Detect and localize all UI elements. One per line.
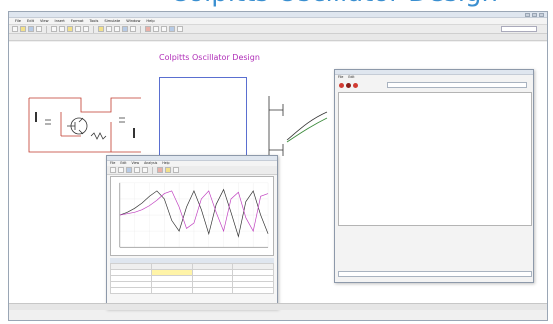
main-toolbar: [9, 25, 547, 34]
table-cell: [150, 287, 193, 294]
sim-menu-view[interactable]: View: [132, 161, 140, 166]
table-row[interactable]: [110, 287, 274, 294]
save-icon[interactable]: [28, 26, 34, 32]
new-file-icon[interactable]: [12, 26, 18, 32]
results-table: [110, 263, 274, 294]
simulation-window[interactable]: File Edit View Analysis Help: [106, 155, 278, 309]
sim-menu-file[interactable]: File: [110, 161, 115, 166]
zoom-icon[interactable]: [122, 26, 128, 32]
simulation-titlebar[interactable]: [107, 156, 277, 161]
highlight-icon[interactable]: [165, 167, 171, 173]
paste-icon[interactable]: [67, 26, 73, 32]
table-cell: [232, 287, 274, 294]
menu-insert[interactable]: Insert: [55, 18, 65, 24]
copy-icon[interactable]: [59, 26, 65, 32]
reference-combo[interactable]: [338, 271, 532, 277]
toolbar-separator: [140, 25, 141, 33]
window-controls: [525, 13, 544, 17]
menu-tools[interactable]: Tools: [90, 18, 99, 24]
probe-icon[interactable]: [161, 26, 167, 32]
status-bar: [9, 303, 547, 310]
toolbar-separator: [152, 166, 153, 174]
menu-window[interactable]: Window: [126, 18, 140, 24]
undo-icon[interactable]: [75, 26, 81, 32]
stop-record-icon[interactable]: [346, 82, 351, 88]
minimize-icon[interactable]: [525, 13, 530, 17]
app-menubar: File Edit View Insert Format Tools Simul…: [9, 18, 547, 25]
menu-simulate[interactable]: Simulate: [104, 18, 120, 24]
toolbar-separator: [93, 25, 94, 33]
zoom-in-icon[interactable]: [110, 167, 116, 173]
app-titlebar: [9, 12, 547, 18]
zoom-out-icon[interactable]: [118, 167, 124, 173]
menu-edit[interactable]: Edit: [27, 18, 34, 24]
record-icon[interactable]: [339, 82, 344, 88]
redo-icon[interactable]: [83, 26, 89, 32]
menu-help[interactable]: Help: [146, 18, 154, 24]
simulation-toolbar: [107, 166, 277, 175]
print-icon[interactable]: [36, 26, 42, 32]
properties-header: [335, 80, 533, 90]
app-window: File Edit View Insert Format Tools Simul…: [8, 11, 548, 321]
run-simulation-icon[interactable]: [145, 26, 151, 32]
menu-view[interactable]: View: [40, 18, 49, 24]
table-cell: [191, 287, 234, 294]
grid-icon[interactable]: [130, 26, 136, 32]
open-folder-icon[interactable]: [20, 26, 26, 32]
component-name-field[interactable]: [387, 82, 527, 88]
text-icon[interactable]: [114, 26, 120, 32]
waveform-plot[interactable]: [110, 176, 274, 256]
circuit-schematic[interactable]: [21, 92, 149, 158]
sim-menu-help[interactable]: Help: [162, 161, 169, 166]
menu-format[interactable]: Format: [71, 18, 84, 24]
close-icon[interactable]: [539, 13, 544, 17]
measure-icon[interactable]: [173, 167, 179, 173]
sim-menu-edit[interactable]: Edit: [120, 161, 126, 166]
properties-window[interactable]: File Edit: [334, 69, 534, 283]
cursor-icon[interactable]: [126, 167, 132, 173]
alert-icon[interactable]: [353, 82, 358, 88]
component-tabbar: [9, 34, 547, 41]
properties-body[interactable]: [338, 92, 532, 226]
menu-file[interactable]: File: [15, 18, 21, 24]
schematic-canvas[interactable]: Colpitts Oscillator Design File Edit Vie…: [9, 42, 547, 310]
sim-menu-analysis[interactable]: Analysis: [144, 161, 157, 166]
toolbar-separator: [46, 25, 47, 33]
zoom-combo[interactable]: [501, 26, 537, 32]
graph-icon[interactable]: [169, 26, 175, 32]
stop-icon[interactable]: [153, 26, 159, 32]
maximize-icon[interactable]: [532, 13, 537, 17]
pointer-icon[interactable]: [98, 26, 104, 32]
cut-icon[interactable]: [51, 26, 57, 32]
fit-icon[interactable]: [134, 167, 140, 173]
table-cell: [110, 287, 152, 294]
diagram-title: Colpitts Oscillator Design: [159, 53, 260, 62]
wire-icon[interactable]: [106, 26, 112, 32]
marker-icon[interactable]: [157, 167, 163, 173]
settings-icon[interactable]: [177, 26, 183, 32]
banner-heading: Colpitts Oscillator Design: [170, 0, 498, 8]
export-icon[interactable]: [142, 167, 148, 173]
